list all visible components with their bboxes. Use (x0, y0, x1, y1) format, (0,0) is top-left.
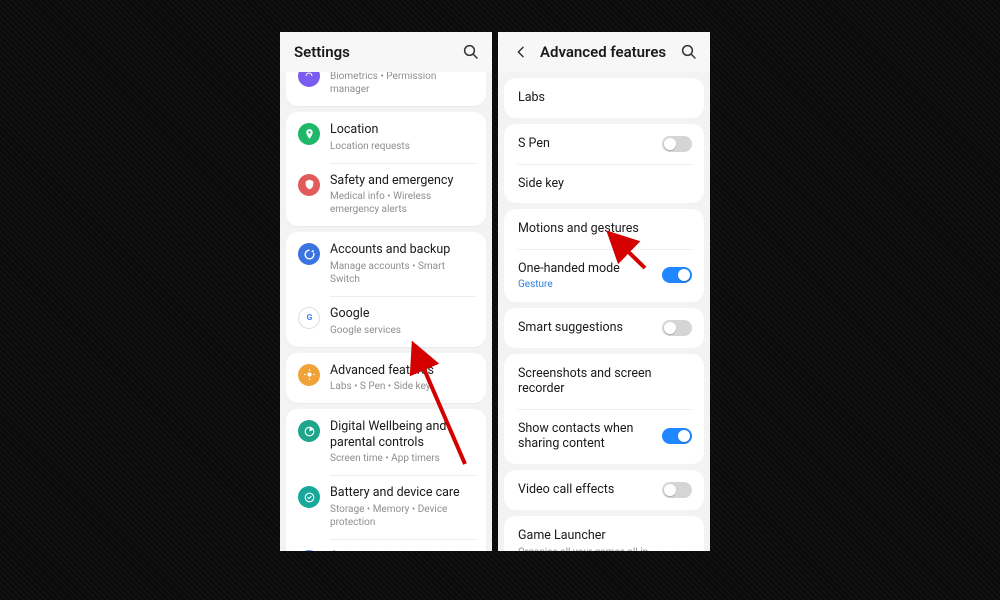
search-icon[interactable] (462, 43, 480, 61)
advanced-item-motions-and-gestures[interactable]: Motions and gestures (504, 209, 704, 249)
backup-icon (298, 243, 320, 265)
settings-item-biometrics[interactable]: Biometrics • Permission manager (286, 72, 486, 106)
advanced-item-video-call-effects[interactable]: Video call effects (504, 470, 704, 510)
advanced-item-side-key[interactable]: Side key (504, 164, 704, 204)
location-icon (298, 123, 320, 145)
fingerprint-icon (298, 72, 320, 87)
toggle-smart-suggestions[interactable] (662, 320, 692, 336)
advanced-item-one-handed-mode[interactable]: One-handed modeGesture (504, 249, 704, 302)
settings-title: Settings (294, 43, 350, 61)
advanced-scroll[interactable]: Labs S PenSide key Motions and gesturesOne… (498, 72, 710, 551)
settings-item-safety-and-emergency[interactable]: Safety and emergencyMedical info • Wirel… (286, 163, 486, 227)
toggle-one-handed-mode[interactable] (662, 267, 692, 283)
settings-item-digital-wellbeing-and-parental-controls[interactable]: Digital Wellbeing and parental controlsS… (286, 409, 486, 475)
advanced-item-screenshots-and-screen-recorder[interactable]: Screenshots and screen recorder (504, 354, 704, 409)
advanced-item-game-launcher[interactable]: Game LauncherOrganise all your games all… (504, 516, 704, 551)
advanced-item-labs[interactable]: Labs (504, 78, 704, 118)
settings-header: Settings (280, 32, 492, 72)
phone-settings: Settings Biometrics • Permission manager (280, 32, 492, 551)
advanced-item-show-contacts-when-sharing-content[interactable]: Show contacts when sharing content (504, 409, 704, 464)
settings-item-battery-and-device-care[interactable]: Battery and device careStorage • Memory … (286, 475, 486, 539)
google-icon: G (298, 307, 320, 329)
wellbeing-icon (298, 420, 320, 442)
search-icon[interactable] (680, 43, 698, 61)
settings-scroll[interactable]: Biometrics • Permission manager Location… (280, 72, 492, 551)
apps-icon (298, 550, 320, 551)
settings-item-accounts-and-backup[interactable]: Accounts and backupManage accounts • Sma… (286, 232, 486, 296)
settings-item-google[interactable]: GGoogleGoogle services (286, 296, 486, 347)
advanced-item-smart-suggestions[interactable]: Smart suggestions (504, 308, 704, 348)
advanced-item-s-pen[interactable]: S Pen (504, 124, 704, 164)
advanced-icon (298, 364, 320, 386)
toggle-show-contacts-when-sharing-content[interactable] (662, 428, 692, 444)
screenshot-canvas: Settings Biometrics • Permission manager (0, 0, 1000, 600)
svg-text:G: G (306, 314, 312, 324)
settings-item-advanced-features[interactable]: Advanced featuresLabs • S Pen • Side key (286, 353, 486, 404)
advanced-title: Advanced features (540, 43, 666, 61)
safety-icon (298, 174, 320, 196)
toggle-video-call-effects[interactable] (662, 482, 692, 498)
toggle-s-pen[interactable] (662, 136, 692, 152)
settings-item-location[interactable]: LocationLocation requests (286, 112, 486, 163)
advanced-header: Advanced features (498, 32, 710, 72)
battery-icon (298, 486, 320, 508)
phone-advanced-features: Advanced features Labs S PenSide key Motio… (498, 32, 710, 551)
back-icon[interactable] (512, 43, 530, 61)
settings-item-apps[interactable]: AppsDefault apps • App settings (286, 539, 486, 551)
